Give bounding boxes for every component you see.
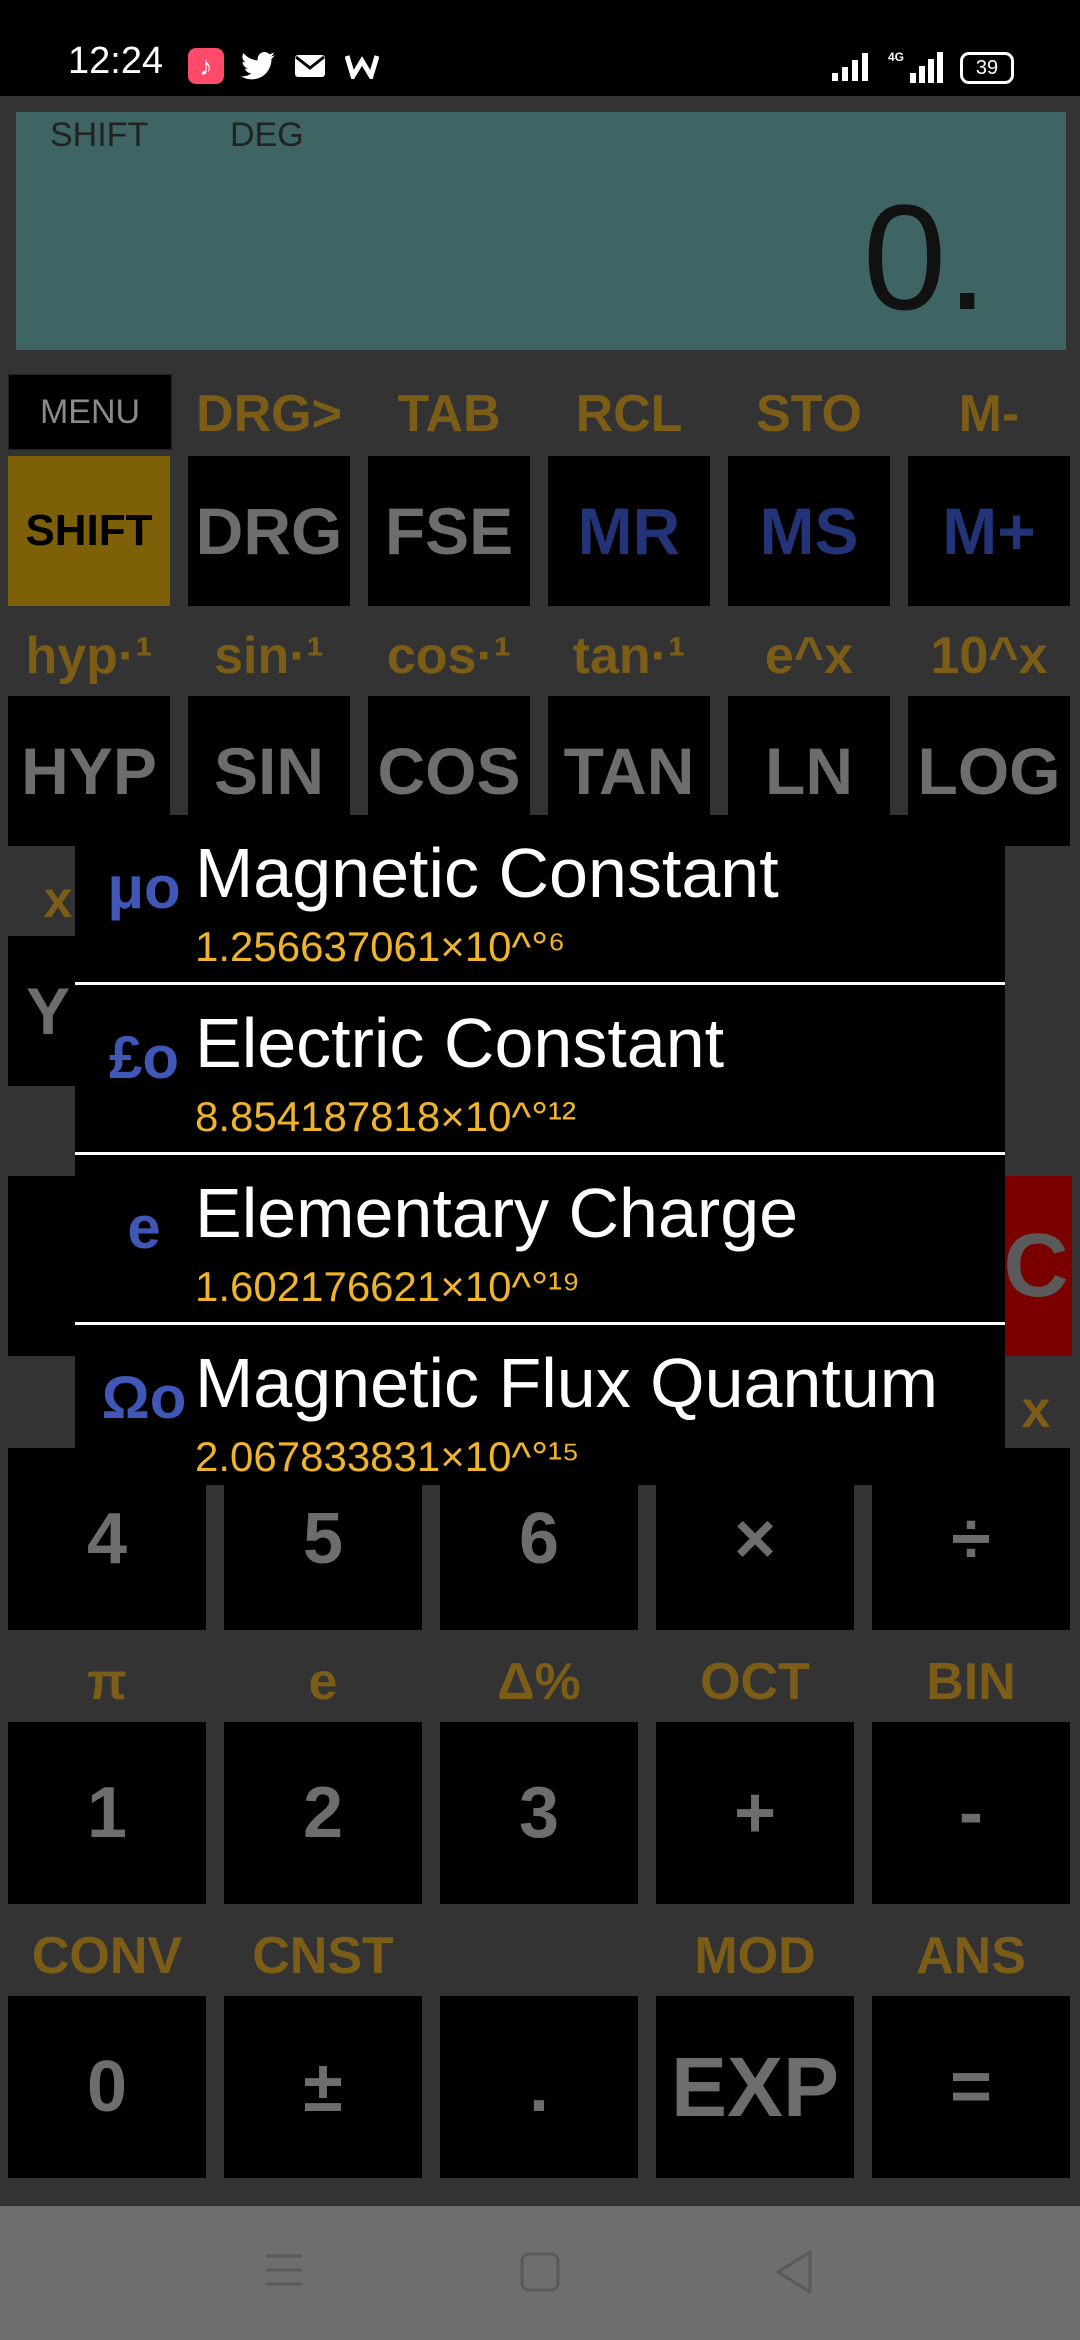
w-icon: [344, 48, 380, 84]
constant-symbol: Ωo: [101, 1364, 187, 1431]
constant-name: Magnetic Flux Quantum: [195, 1344, 939, 1422]
ans-label: ANS: [916, 1927, 1026, 1985]
constant-symbol: e: [127, 1194, 161, 1261]
m-plus-key[interactable]: M+: [908, 456, 1070, 606]
mr-key[interactable]: MR: [548, 456, 710, 606]
key-1[interactable]: 1: [8, 1722, 206, 1904]
exp-label: e^x: [764, 627, 854, 685]
fse-key[interactable]: FSE: [368, 456, 530, 606]
shift-indicator: SHIFT: [50, 116, 149, 154]
signal-icon: [828, 48, 874, 84]
constant-name: Elementary Charge: [195, 1174, 799, 1252]
status-time: 12:24: [68, 40, 164, 82]
constant-value: 1.602176621×10^°¹⁹: [195, 1263, 580, 1310]
decimal-key[interactable]: .: [440, 1996, 638, 2178]
plus-key[interactable]: +: [656, 1722, 854, 1904]
mail-icon: [292, 48, 328, 84]
constant-item-electric[interactable]: £o Electric Constant 8.854187818×10^°¹²: [75, 985, 1005, 1153]
key-3[interactable]: 3: [440, 1722, 638, 1904]
plus-minus-key[interactable]: ±: [224, 1996, 422, 2178]
key-2[interactable]: 2: [224, 1722, 422, 1904]
constants-popup: μo Magnetic Constant 1.256637061×10^°⁶ £…: [75, 815, 1005, 1485]
navigation-bar: [0, 2206, 1080, 2340]
cnst-label: CNST: [252, 1927, 394, 1985]
constant-symbol: μo: [107, 854, 181, 921]
shift-key[interactable]: SHIFT: [8, 456, 170, 606]
tab-label: TAB: [397, 385, 501, 443]
svg-text:4G: 4G: [888, 50, 904, 64]
constant-name: Electric Constant: [195, 1004, 725, 1082]
key-0[interactable]: 0: [8, 1996, 206, 2178]
constant-name: Magnetic Constant: [195, 834, 779, 912]
menu-icon[interactable]: [262, 2250, 306, 2295]
4g-signal-icon: 4G: [888, 48, 944, 84]
exp-key[interactable]: EXP: [656, 1996, 854, 2178]
conv-label: CONV: [31, 1927, 183, 1985]
sto-label: STO: [756, 385, 862, 443]
cos-inverse-label: cos·¹: [386, 627, 512, 685]
menu-button[interactable]: MENU: [8, 374, 172, 450]
angle-mode-indicator: DEG: [230, 116, 304, 154]
constant-symbol: £o: [108, 1024, 180, 1091]
constant-item-elementary-charge[interactable]: e Elementary Charge 1.602176621×10^°¹⁹: [75, 1155, 1005, 1323]
back-icon[interactable]: [772, 2248, 816, 2301]
constant-item-flux-quantum[interactable]: Ωo Magnetic Flux Quantum 2.067833831×10^…: [75, 1325, 1005, 1493]
oct-label: OCT: [700, 1653, 810, 1711]
hyp-inverse-label: hyp·¹: [25, 627, 153, 685]
mod-label: MOD: [694, 1927, 816, 1985]
music-icon: ♪: [188, 48, 224, 84]
e-label: e: [308, 1653, 338, 1711]
tan-inverse-label: tan·¹: [572, 627, 686, 685]
equals-key[interactable]: =: [872, 1996, 1070, 2178]
sin-inverse-label: sin·¹: [214, 627, 324, 685]
twitter-icon: [240, 48, 276, 84]
partial-x-label-right: x: [1021, 1381, 1051, 1439]
clear-key[interactable]: C: [1000, 1176, 1072, 1356]
m-minus-label: M-: [958, 385, 1020, 443]
rcl-label: RCL: [575, 385, 683, 443]
constant-value: 2.067833831×10^°¹⁵: [195, 1433, 580, 1480]
bin-label: BIN: [926, 1653, 1016, 1711]
minus-key[interactable]: -: [872, 1722, 1070, 1904]
delta-percent-label: Δ%: [497, 1653, 581, 1711]
home-icon[interactable]: [518, 2250, 562, 2299]
display-value: 0.: [862, 173, 988, 341]
status-bar: 12:24 ♪ 4G 39: [0, 0, 1080, 96]
drg-arrow-label: DRG>: [196, 385, 342, 443]
constant-item-magnetic[interactable]: μo Magnetic Constant 1.256637061×10^°⁶: [75, 815, 1005, 983]
battery-icon: 39: [960, 52, 1014, 84]
constant-value: 8.854187818×10^°¹²: [195, 1093, 576, 1140]
ten-power-label: 10^x: [930, 627, 1048, 685]
pi-label: π: [87, 1653, 127, 1711]
drg-key[interactable]: DRG: [188, 456, 350, 606]
constant-value: 1.256637061×10^°⁶: [195, 923, 566, 970]
ms-key[interactable]: MS: [728, 456, 890, 606]
